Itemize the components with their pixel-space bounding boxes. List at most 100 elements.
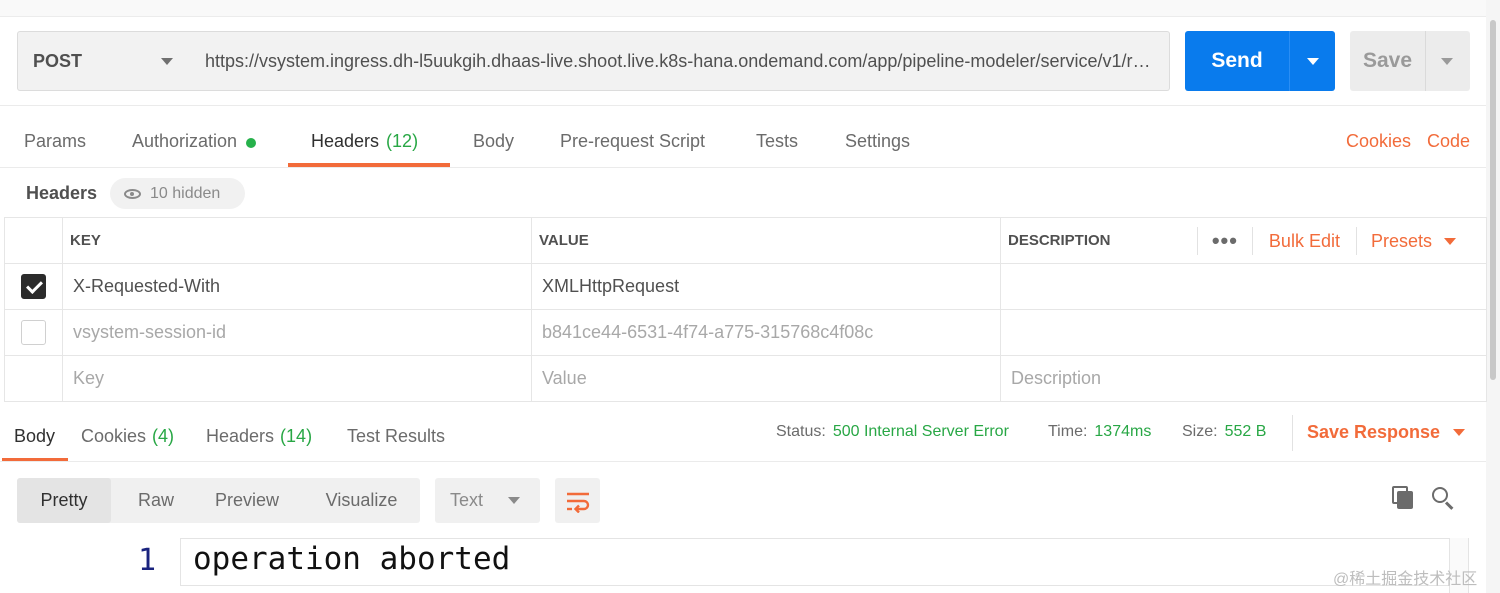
format-label: Text xyxy=(450,490,484,510)
tab-label: Body xyxy=(14,426,56,446)
url-input[interactable]: https://vsystem.ingress.dh-l5uukgih.dhaa… xyxy=(189,31,1170,91)
line-number: 1 xyxy=(138,543,157,578)
code-link[interactable]: Code xyxy=(1427,131,1470,152)
presets-label: Presets xyxy=(1370,230,1432,251)
view-mode-group: Pretty Raw Preview Visualize xyxy=(17,478,420,523)
row-checkbox-cell xyxy=(4,355,63,402)
status-label: Status: xyxy=(776,423,826,440)
time-value[interactable]: 1374ms xyxy=(1094,423,1151,440)
tab-label: Pre-request Script xyxy=(560,131,706,151)
tab-count: (12) xyxy=(386,131,419,151)
copy-icon[interactable] xyxy=(1392,486,1416,510)
send-options-dropdown[interactable] xyxy=(1290,31,1335,91)
header-key[interactable]: X-Requested-With xyxy=(62,263,532,310)
meta-divider xyxy=(1292,415,1293,451)
bulk-edit-button[interactable]: Bulk Edit xyxy=(1253,231,1356,252)
status-dot-icon xyxy=(246,138,257,148)
tab-count: (4) xyxy=(152,426,175,446)
wrap-lines-button[interactable] xyxy=(555,478,600,523)
hidden-headers-toggle[interactable]: 10 hidden xyxy=(110,178,245,209)
new-key-input[interactable]: Key xyxy=(62,355,532,402)
format-select[interactable]: Text xyxy=(435,478,540,523)
chevron-down-icon xyxy=(1441,58,1453,65)
tab-count: (14) xyxy=(280,426,313,446)
tab-tests[interactable]: Tests xyxy=(756,118,798,168)
tab-body[interactable]: Body xyxy=(473,118,514,168)
value-column-header: VALUE xyxy=(531,217,1001,264)
response-tab-body[interactable]: Body xyxy=(14,426,55,447)
response-size: Size: 552 B xyxy=(1182,423,1266,441)
divider xyxy=(0,105,1486,106)
search-icon[interactable] xyxy=(1431,486,1455,510)
size-label: Size: xyxy=(1182,423,1218,440)
tab-label: Headers xyxy=(311,131,380,151)
header-description[interactable] xyxy=(1000,263,1487,310)
save-response-button[interactable]: Save Response xyxy=(1307,422,1466,443)
new-description-input[interactable]: Description xyxy=(1000,355,1487,402)
tab-label: Authorization xyxy=(132,131,238,151)
response-line[interactable]: operation aborted xyxy=(193,541,510,577)
header-value[interactable]: b841ce44-6531-4f74-a775-315768c4f08c xyxy=(531,309,1001,356)
save-label: Save xyxy=(1362,49,1413,72)
checkbox-column-header xyxy=(4,217,63,264)
divider xyxy=(0,167,1486,168)
save-response-label: Save Response xyxy=(1307,422,1441,442)
page-scrollbar[interactable] xyxy=(1486,0,1500,593)
chevron-down-icon xyxy=(1453,429,1466,436)
view-visualize-button[interactable]: Visualize xyxy=(309,478,414,523)
row-checkbox-cell xyxy=(4,263,63,310)
response-status: Status: 500 Internal Server Error xyxy=(776,423,1009,441)
tab-label: Test Results xyxy=(347,426,446,446)
response-tab-test-results[interactable]: Test Results xyxy=(347,426,445,447)
table-row: X-Requested-With XMLHttpRequest xyxy=(4,263,1487,310)
view-preview-button[interactable]: Preview xyxy=(201,478,293,523)
size-value[interactable]: 552 B xyxy=(1225,423,1267,440)
headers-table: KEY VALUE DESCRIPTION ••• Bulk Edit Pres… xyxy=(4,217,1487,402)
chevron-down-icon xyxy=(1444,237,1456,245)
tab-settings[interactable]: Settings xyxy=(845,118,910,168)
tab-label: Tests xyxy=(756,131,799,151)
view-raw-button[interactable]: Raw xyxy=(121,478,191,523)
tab-headers[interactable]: Headers (12) xyxy=(311,118,418,168)
header-description[interactable] xyxy=(1000,309,1487,356)
presets-dropdown[interactable]: Presets xyxy=(1357,231,1486,252)
tab-label: Params xyxy=(24,131,87,151)
row-checkbox[interactable] xyxy=(21,274,46,299)
divider xyxy=(0,461,1486,462)
chevron-down-icon xyxy=(1307,58,1319,65)
table-row: vsystem-session-id b841ce44-6531-4f74-a7… xyxy=(4,309,1487,356)
save-button[interactable]: Save xyxy=(1350,31,1470,91)
table-tools: ••• Bulk Edit Presets xyxy=(1196,219,1486,263)
tab-pre-request-script[interactable]: Pre-request Script xyxy=(560,118,705,168)
tab-label: Body xyxy=(473,131,515,151)
description-column-header: DESCRIPTION ••• Bulk Edit Presets xyxy=(1000,217,1487,264)
cookies-link[interactable]: Cookies xyxy=(1346,131,1411,152)
save-options-dropdown[interactable] xyxy=(1426,31,1470,91)
method-select[interactable]: POST xyxy=(17,31,190,91)
header-key[interactable]: vsystem-session-id xyxy=(62,309,532,356)
send-button[interactable]: Send xyxy=(1185,31,1335,91)
response-tab-headers[interactable]: Headers (14) xyxy=(206,426,312,447)
row-checkbox-cell xyxy=(4,309,63,356)
time-label: Time: xyxy=(1048,423,1088,440)
tab-label: Headers xyxy=(206,426,275,446)
response-tab-cookies[interactable]: Cookies (4) xyxy=(81,426,174,447)
chevron-down-icon xyxy=(508,497,520,504)
response-time: Time: 1374ms xyxy=(1048,423,1151,441)
url-text: https://vsystem.ingress.dh-l5uukgih.dhaa… xyxy=(205,50,1155,71)
view-pretty-button[interactable]: Pretty xyxy=(17,478,111,523)
tab-label: Cookies xyxy=(81,426,147,446)
page-scrollbar-thumb[interactable] xyxy=(1490,20,1496,380)
send-label: Send xyxy=(1211,49,1263,72)
header-value[interactable]: XMLHttpRequest xyxy=(531,263,1001,310)
eye-icon xyxy=(124,188,141,199)
request-tabs: Params Authorization Headers (12) Body Pr… xyxy=(0,118,1486,168)
description-header-label: DESCRIPTION xyxy=(1008,232,1111,249)
new-value-input[interactable]: Value xyxy=(531,355,1001,402)
more-icon[interactable]: ••• xyxy=(1198,230,1252,252)
tab-authorization[interactable]: Authorization xyxy=(132,118,257,168)
row-checkbox[interactable] xyxy=(21,320,46,345)
method-label: POST xyxy=(33,50,83,71)
status-value[interactable]: 500 Internal Server Error xyxy=(833,423,1009,440)
tab-params[interactable]: Params xyxy=(24,118,86,168)
